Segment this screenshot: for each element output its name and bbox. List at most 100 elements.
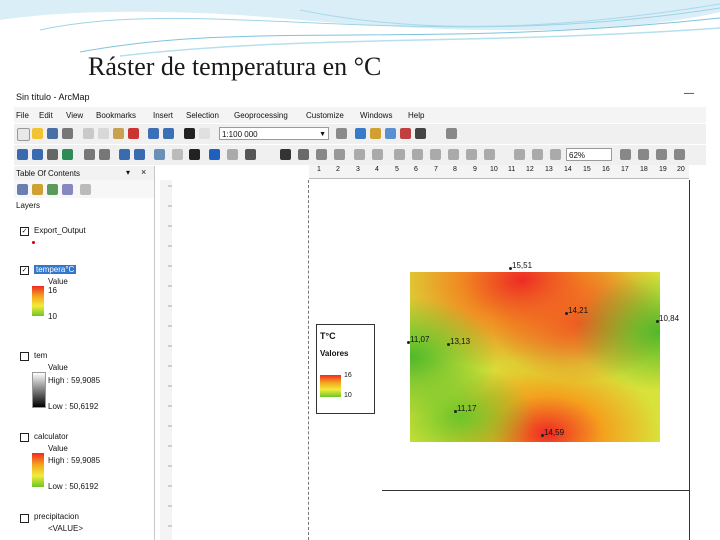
list-by-drawing-order-icon[interactable] bbox=[17, 184, 28, 195]
map-legend[interactable]: T°C Valores 16 10 bbox=[316, 324, 375, 414]
map-scale-field[interactable]: 1:100 000 ▼ bbox=[219, 127, 329, 140]
model-builder-icon[interactable] bbox=[446, 128, 457, 139]
identify-icon[interactable] bbox=[209, 149, 220, 160]
pin-icon[interactable]: ▾ bbox=[126, 168, 130, 177]
menu-edit[interactable]: Edit bbox=[39, 111, 53, 120]
copy-icon[interactable] bbox=[98, 128, 109, 139]
open-folder-icon[interactable] bbox=[32, 128, 43, 139]
go-to-xy-icon[interactable] bbox=[298, 149, 309, 160]
sample-point[interactable]: 11,07 bbox=[407, 335, 429, 344]
close-icon[interactable]: × bbox=[141, 167, 146, 177]
pan-icon[interactable] bbox=[47, 149, 58, 160]
layout-pan-icon[interactable] bbox=[394, 149, 405, 160]
menu-bookmarks[interactable]: Bookmarks bbox=[96, 111, 136, 120]
back-extent-icon[interactable] bbox=[119, 149, 130, 160]
slide-title: Ráster de temperatura en °C bbox=[88, 52, 382, 81]
select-elements-icon[interactable] bbox=[189, 149, 200, 160]
layout-forward-icon[interactable] bbox=[484, 149, 495, 160]
zoom-whole-page-icon[interactable] bbox=[412, 149, 423, 160]
precipitacion-checkbox[interactable] bbox=[20, 514, 29, 523]
fixed-zoom-out-icon[interactable] bbox=[99, 149, 110, 160]
create-viewer-icon[interactable] bbox=[334, 149, 345, 160]
fixed-layout-zoom-icon[interactable] bbox=[448, 149, 459, 160]
menu-view[interactable]: View bbox=[66, 111, 83, 120]
sample-point[interactable]: 10,84 bbox=[656, 314, 679, 323]
list-by-selection-icon[interactable] bbox=[62, 184, 73, 195]
menu-insert[interactable]: Insert bbox=[153, 111, 173, 120]
tempera-checkbox[interactable]: ✓ bbox=[20, 266, 29, 275]
add-data-dropdown-icon[interactable] bbox=[199, 128, 210, 139]
minimize-button[interactable]: — bbox=[684, 88, 694, 99]
table-of-contents-icon[interactable] bbox=[355, 128, 366, 139]
fixed-zoom-in-icon[interactable] bbox=[84, 149, 95, 160]
python-icon[interactable] bbox=[415, 128, 426, 139]
measure-icon[interactable] bbox=[245, 149, 256, 160]
menu-windows[interactable]: Windows bbox=[360, 111, 392, 120]
find-icon[interactable] bbox=[280, 149, 291, 160]
clear-selection-icon[interactable] bbox=[172, 149, 183, 160]
ruler-tick: 3 bbox=[356, 166, 360, 173]
arctoolbox-icon[interactable] bbox=[400, 128, 411, 139]
full-extent-icon[interactable] bbox=[62, 149, 73, 160]
add-data-icon[interactable] bbox=[184, 128, 195, 139]
page-last-icon[interactable] bbox=[674, 149, 685, 160]
sample-point[interactable]: 13,13 bbox=[447, 337, 470, 346]
menu-customize[interactable]: Customize bbox=[306, 111, 344, 120]
zoom-out-icon[interactable] bbox=[32, 149, 43, 160]
layer-tem[interactable]: tem bbox=[34, 351, 47, 360]
zoom-in-icon[interactable] bbox=[17, 149, 28, 160]
legend-low-value: 10 bbox=[344, 392, 352, 399]
paste-icon[interactable] bbox=[113, 128, 124, 139]
layer-calculator[interactable]: calculator bbox=[34, 432, 68, 441]
new-document-icon[interactable] bbox=[17, 128, 30, 141]
menu-file[interactable]: File bbox=[16, 111, 29, 120]
print-icon[interactable] bbox=[62, 128, 73, 139]
list-by-source-icon[interactable] bbox=[32, 184, 43, 195]
calculator-checkbox[interactable] bbox=[20, 433, 29, 442]
page-first-icon[interactable] bbox=[656, 149, 667, 160]
layout-view[interactable]: 15,51 14,21 10,84 11,07 13,13 11,17 14,5… bbox=[172, 180, 704, 540]
sample-point[interactable]: 14,59 bbox=[541, 428, 564, 437]
focus-data-frame-icon[interactable] bbox=[532, 149, 543, 160]
data-driven-pages-icon[interactable] bbox=[620, 149, 631, 160]
layout-zoom-icon[interactable] bbox=[372, 149, 383, 160]
select-features-icon[interactable] bbox=[154, 149, 165, 160]
chevron-down-icon[interactable]: ▼ bbox=[319, 128, 326, 141]
html-popup-icon[interactable] bbox=[227, 149, 238, 160]
delete-icon[interactable] bbox=[128, 128, 139, 139]
list-by-visibility-icon[interactable] bbox=[47, 184, 58, 195]
zoom-100-icon[interactable] bbox=[430, 149, 441, 160]
layer-tempera[interactable]: tempera°C bbox=[34, 265, 77, 274]
editor-toolbar-icon[interactable] bbox=[336, 128, 347, 139]
catalog-icon[interactable] bbox=[370, 128, 381, 139]
change-layout-icon[interactable] bbox=[550, 149, 561, 160]
layout-zoom-field[interactable]: 62% bbox=[566, 148, 612, 161]
redo-icon[interactable] bbox=[163, 128, 174, 139]
sample-point[interactable]: 11,17 bbox=[454, 404, 476, 413]
undo-icon[interactable] bbox=[148, 128, 159, 139]
layer-precipitacion[interactable]: precipitacion bbox=[34, 512, 79, 521]
menu-geoprocessing[interactable]: Geoprocessing bbox=[234, 111, 288, 120]
point-marker bbox=[407, 341, 410, 344]
tem-checkbox[interactable] bbox=[20, 352, 29, 361]
search-icon[interactable] bbox=[385, 128, 396, 139]
toc-options-icon[interactable] bbox=[80, 184, 91, 195]
ruler-tick: 20 bbox=[677, 166, 685, 173]
time-slider-icon[interactable] bbox=[316, 149, 327, 160]
calculator-color-ramp bbox=[32, 453, 44, 487]
layer-export-output[interactable]: Export_Output bbox=[34, 226, 86, 235]
page-nav-icon[interactable] bbox=[638, 149, 649, 160]
sample-point[interactable]: 15,51 bbox=[509, 261, 532, 270]
layout-back-icon[interactable] bbox=[466, 149, 477, 160]
toggle-draft-icon[interactable] bbox=[514, 149, 525, 160]
save-icon[interactable] bbox=[47, 128, 58, 139]
menu-selection[interactable]: Selection bbox=[186, 111, 219, 120]
forward-extent-icon[interactable] bbox=[134, 149, 145, 160]
menu-help[interactable]: Help bbox=[408, 111, 424, 120]
ruler-tick: 13 bbox=[545, 166, 553, 173]
temperature-raster[interactable] bbox=[410, 272, 660, 442]
layout-page-icon[interactable] bbox=[354, 149, 365, 160]
export-output-checkbox[interactable]: ✓ bbox=[20, 227, 29, 236]
cut-icon[interactable] bbox=[83, 128, 94, 139]
sample-point[interactable]: 14,21 bbox=[565, 306, 588, 315]
